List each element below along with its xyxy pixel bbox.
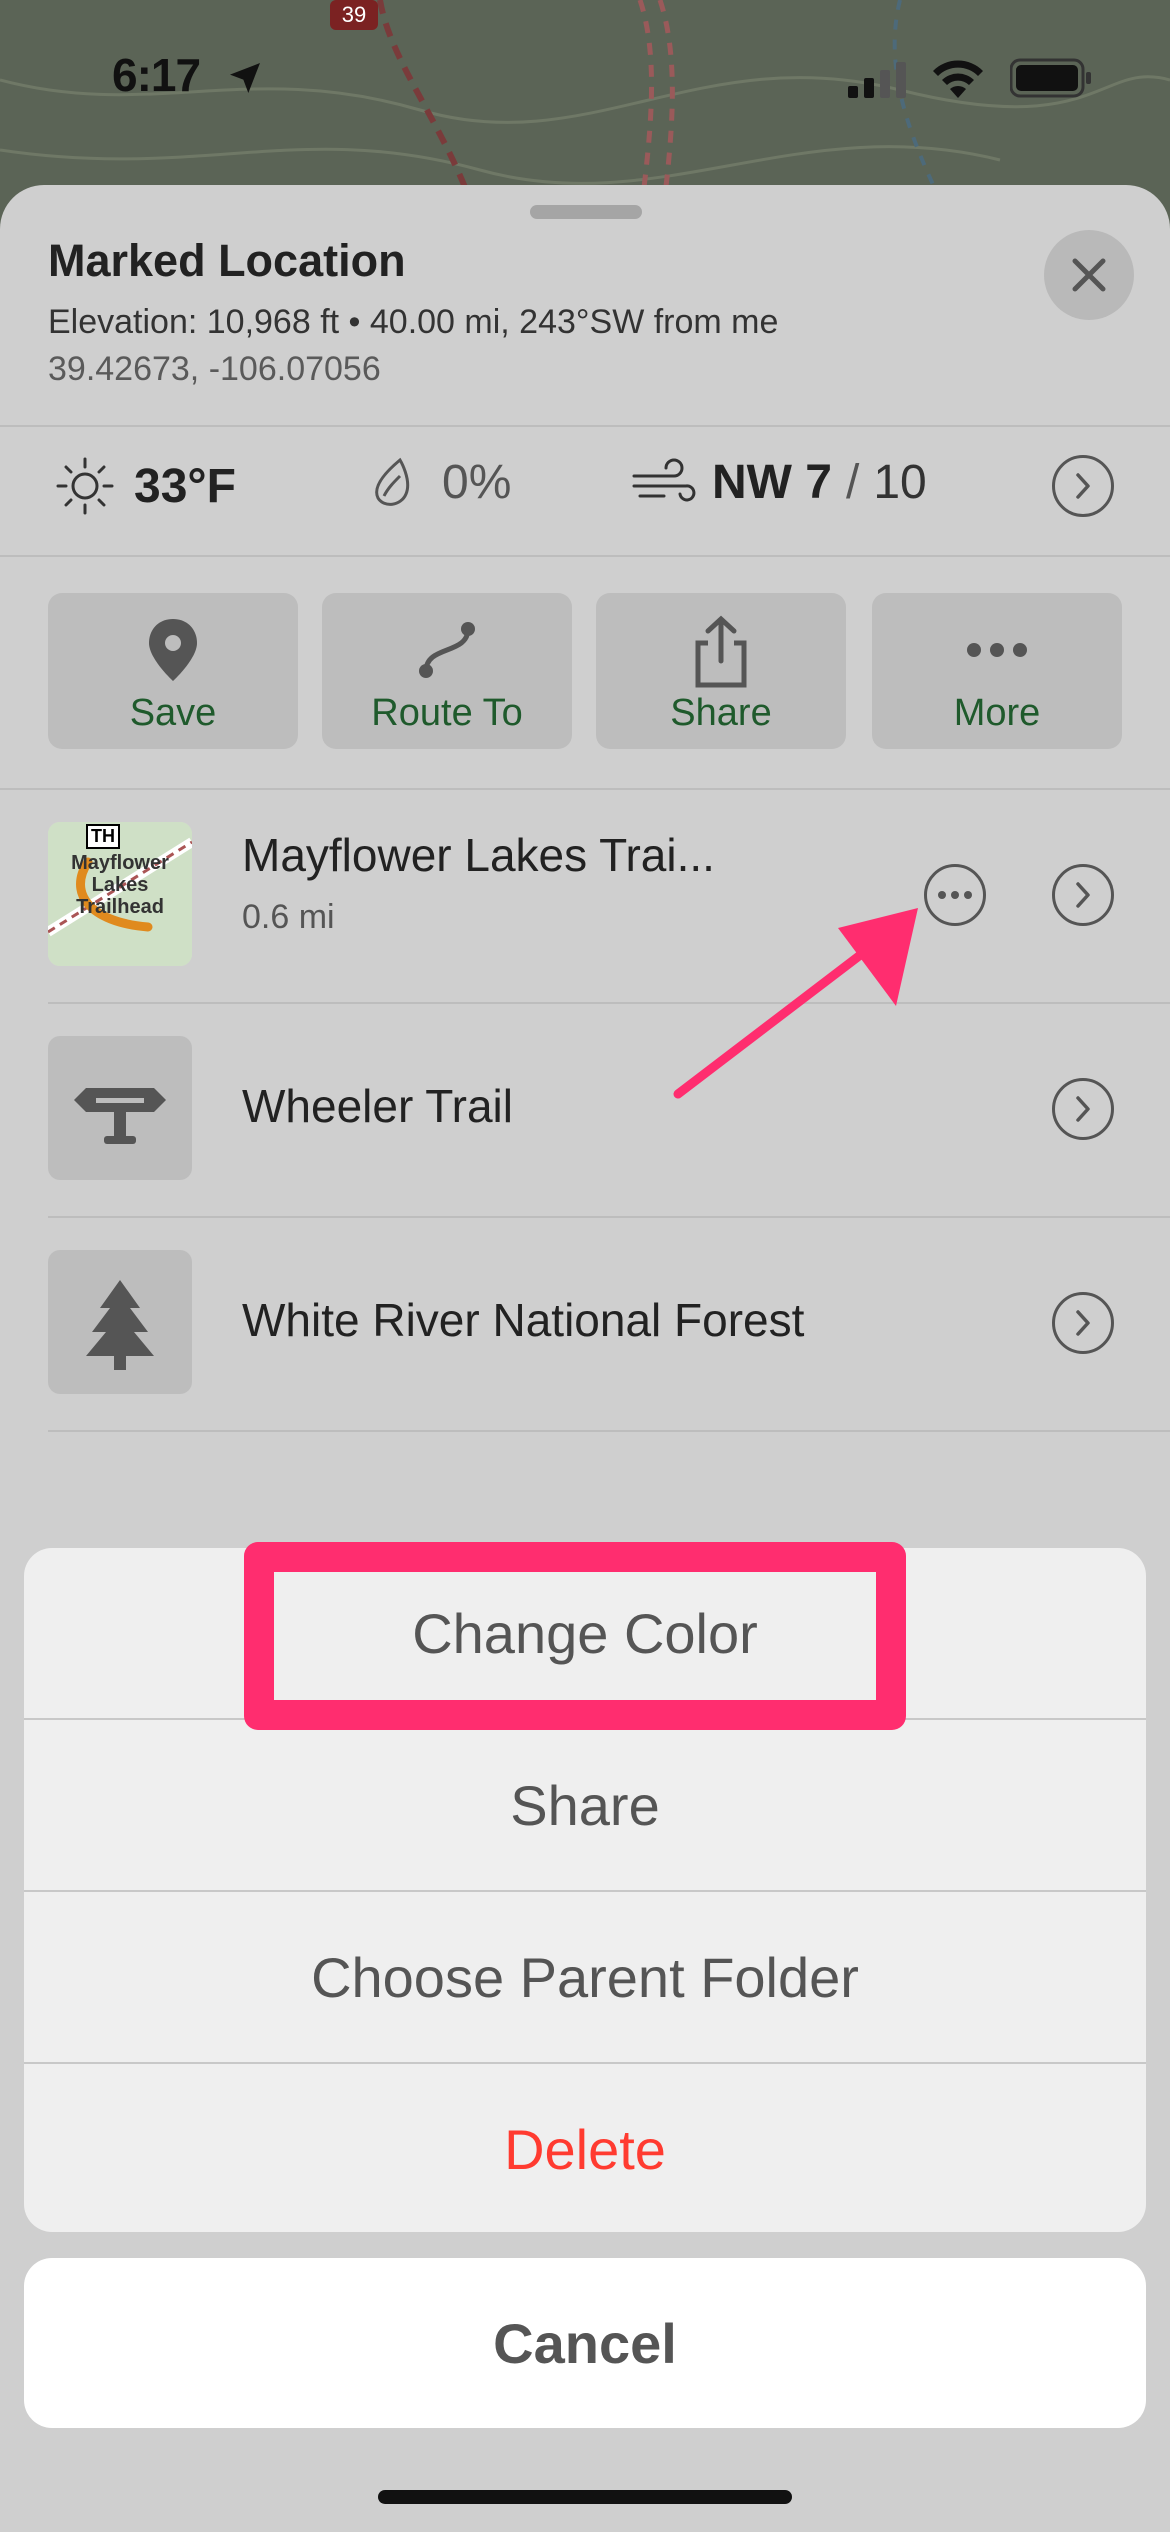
thumb-label-line: Mayflower [71, 852, 169, 874]
item-name: Wheeler Trail [242, 1080, 513, 1132]
item-options-button[interactable] [924, 864, 986, 926]
status-bar: 6:17 [0, 0, 1170, 150]
delete-option[interactable]: Delete [24, 2064, 1146, 2232]
route-to-button[interactable]: Route To [322, 593, 572, 749]
more-button[interactable]: More [872, 593, 1122, 749]
weather-row[interactable]: 33°F 0% NW 7 / 10 [0, 425, 1170, 545]
save-label: Save [129, 692, 217, 734]
trailhead-thumbnail: TH Mayflower Lakes Trailhead [48, 822, 192, 966]
item-detail-button[interactable] [1052, 1078, 1114, 1140]
thumb-label-line: Trailhead [76, 896, 164, 918]
sheet-grabber[interactable] [530, 205, 642, 219]
th-badge: TH [86, 824, 120, 849]
chevron-right-icon [1076, 1096, 1090, 1122]
chevron-right-icon [1076, 473, 1090, 499]
item-name: Mayflower Lakes Trai... [242, 829, 715, 881]
route-to-label: Route To [371, 692, 523, 734]
wind-separator: / [846, 456, 860, 509]
share-button[interactable]: Share [596, 593, 846, 749]
tree-icon [86, 1280, 154, 1370]
wifi-icon [933, 60, 983, 98]
ellipsis-icon [938, 891, 972, 899]
choose-parent-folder-option[interactable]: Choose Parent Folder [24, 1892, 1146, 2062]
share-icon [695, 615, 747, 688]
trail-sign-icon [74, 1088, 166, 1144]
raindrop-icon [375, 457, 410, 506]
thumb-label: Mayflower Lakes Trailhead [48, 852, 192, 918]
location-arrow-icon [230, 63, 260, 93]
action-sheet: Change Color Share Choose Parent Folder … [24, 1548, 1146, 2232]
save-button[interactable]: Save [48, 593, 298, 749]
chevron-right-icon [1076, 882, 1090, 908]
item-detail-button[interactable] [1052, 864, 1114, 926]
wind-icon [632, 458, 696, 501]
share-option[interactable]: Share [24, 1720, 1146, 1890]
map-pin-icon [149, 619, 197, 681]
list-item[interactable]: White River National Forest [0, 1216, 1170, 1430]
share-label: Share [670, 692, 772, 734]
coordinates: 39.42673, -106.07056 [48, 350, 381, 388]
divider [0, 555, 1170, 557]
action-buttons: Save Route To Share More [48, 593, 1122, 749]
item-detail-button[interactable] [1052, 1292, 1114, 1354]
home-indicator [378, 2490, 792, 2504]
route-icon [419, 622, 475, 678]
more-dots-icon [967, 643, 1027, 657]
sheet-title: Marked Location [48, 235, 406, 286]
cellular-signal-icon [848, 62, 906, 98]
elevation-distance: Elevation: 10,968 ft • 40.00 mi, 243°SW … [48, 303, 779, 341]
item-distance: 0.6 mi [242, 898, 335, 936]
wind-group: NW 7 / 10 [630, 455, 927, 510]
list-item[interactable]: Wheeler Trail [0, 1002, 1170, 1216]
wind-gust: 10 [873, 456, 927, 509]
precipitation: 0% [442, 456, 512, 509]
change-color-option[interactable]: Change Color [24, 1548, 1146, 1718]
status-time: 6:17 [112, 49, 201, 101]
close-icon [1072, 258, 1106, 292]
cancel-button[interactable]: Cancel [24, 2258, 1146, 2428]
temperature: 33°F [134, 459, 236, 513]
forest-thumbnail [48, 1250, 192, 1394]
wind-speed: NW 7 [712, 456, 832, 509]
thumb-label-line: Lakes [91, 874, 149, 896]
sun-icon [56, 457, 114, 515]
trail-thumbnail [48, 1036, 192, 1180]
item-name: White River National Forest [242, 1294, 805, 1346]
precipitation-group: 0% [370, 455, 511, 510]
temperature-group: 33°F [54, 455, 236, 517]
battery-icon [1010, 58, 1091, 98]
divider [48, 1430, 1170, 1432]
close-button[interactable] [1044, 230, 1134, 320]
more-label: More [953, 692, 1041, 734]
weather-detail-button[interactable] [1052, 455, 1114, 517]
chevron-right-icon [1076, 1310, 1090, 1336]
list-item[interactable]: TH Mayflower Lakes Trailhead Mayflower L… [0, 788, 1170, 1002]
